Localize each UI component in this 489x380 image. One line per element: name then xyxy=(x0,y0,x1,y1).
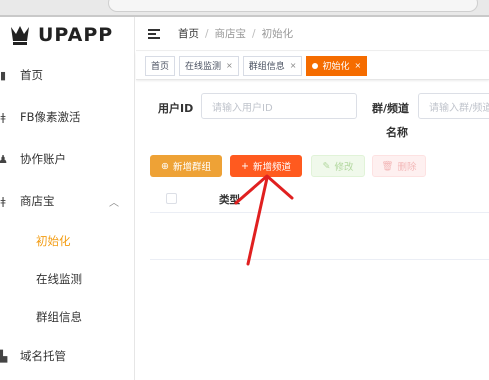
annotation-arrow xyxy=(234,174,294,266)
